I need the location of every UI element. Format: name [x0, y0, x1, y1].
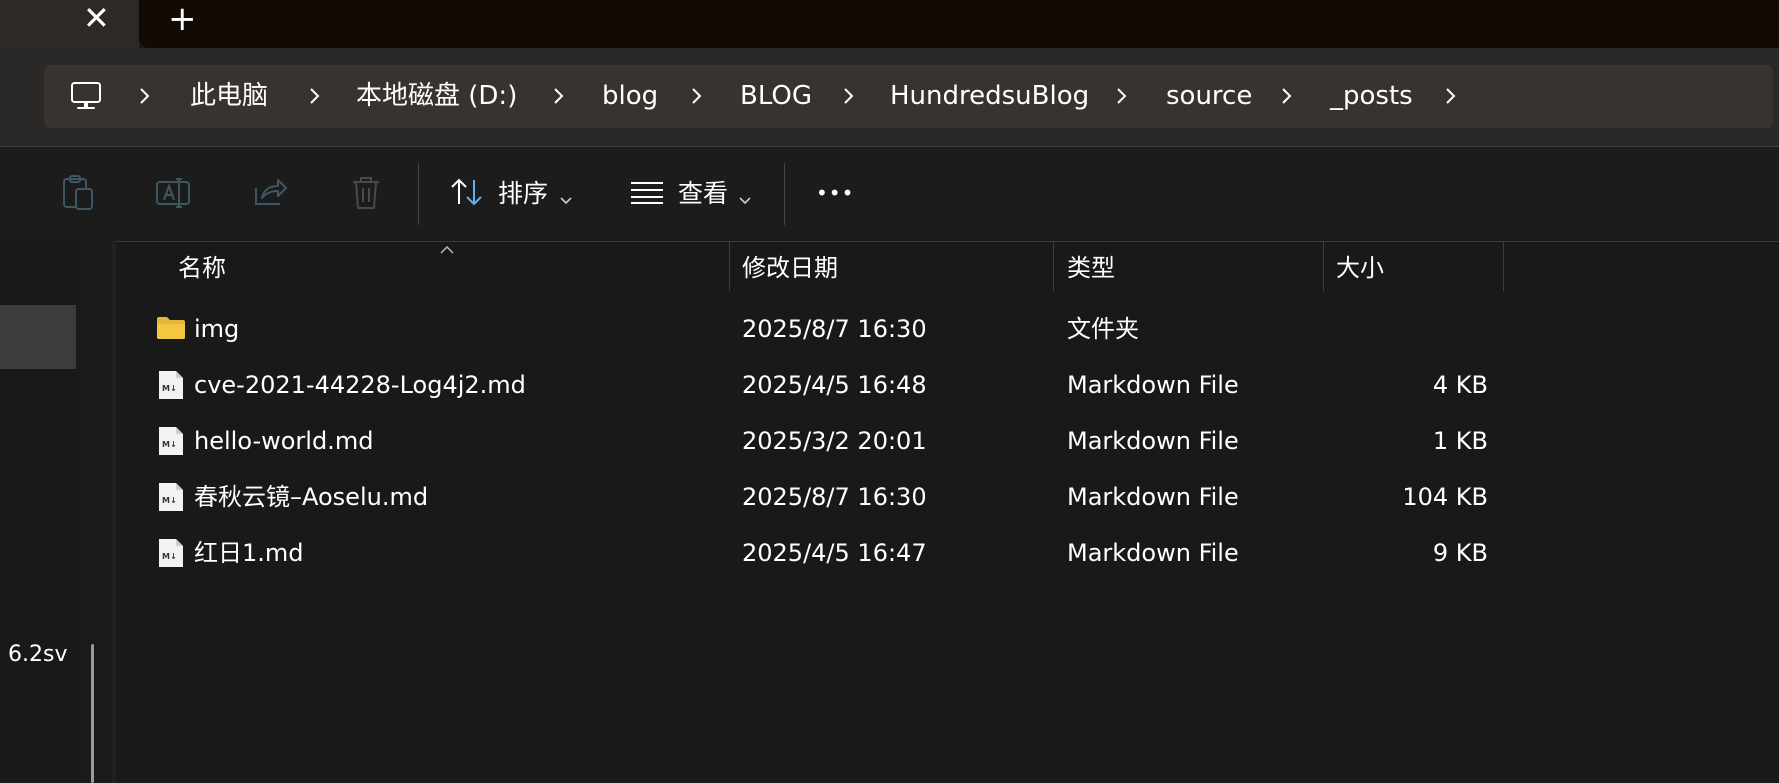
file-type: Markdown File: [1067, 427, 1239, 455]
this-pc-icon[interactable]: [70, 80, 102, 112]
nav-pane-scrollbar[interactable]: [91, 644, 94, 783]
file-name[interactable]: img: [194, 301, 239, 357]
paste-icon[interactable]: [60, 174, 96, 212]
chevron-right-icon[interactable]: [1280, 83, 1294, 109]
file-modified: 2025/4/5 16:48: [742, 371, 927, 399]
file-size: 104 KB: [1402, 483, 1488, 511]
sort-icon: [450, 176, 484, 208]
svg-text:M↓: M↓: [162, 552, 177, 561]
markdown-file-icon: M↓: [158, 538, 184, 568]
chevron-right-icon[interactable]: [552, 83, 566, 109]
view-button[interactable]: 查看: [628, 166, 758, 222]
toolbar-divider: [784, 163, 785, 225]
file-type: Markdown File: [1067, 371, 1239, 399]
column-divider[interactable]: [1323, 241, 1324, 291]
file-size: [1328, 301, 1488, 357]
breadcrumb-item-this-pc[interactable]: 此电脑: [190, 65, 268, 128]
file-name[interactable]: hello-world.md: [194, 413, 373, 469]
file-name[interactable]: 春秋云镜–Aoselu.md: [194, 469, 428, 525]
column-header-type[interactable]: 类型: [1067, 252, 1115, 284]
svg-text:M↓: M↓: [162, 440, 177, 449]
chevron-down-icon: [560, 190, 572, 205]
chevron-right-icon[interactable]: [308, 83, 322, 109]
delete-icon[interactable]: [348, 174, 384, 212]
sort-label: 排序: [498, 179, 549, 208]
sort-ascending-icon: [440, 239, 454, 254]
markdown-file-icon: M↓: [158, 482, 184, 512]
tab-strip-empty-area: [139, 0, 1779, 48]
breadcrumb-item-posts[interactable]: _posts: [1330, 65, 1413, 128]
file-row-cve-2021-44228[interactable]: M↓ cve-2021-44228-Log4j2.md 2025/4/5 16:…: [116, 357, 1779, 413]
sort-button[interactable]: 排序: [448, 166, 578, 222]
file-modified: 2025/4/5 16:47: [742, 539, 927, 567]
chevron-right-icon[interactable]: [138, 83, 152, 109]
breadcrumb-item-hundredsublog[interactable]: HundredsuBlog: [890, 65, 1089, 128]
column-divider[interactable]: [729, 241, 730, 291]
svg-text:M↓: M↓: [162, 384, 177, 393]
file-modified: 2025/8/7 16:30: [742, 483, 927, 511]
view-label: 查看: [678, 179, 729, 208]
toolbar-divider: [418, 163, 419, 225]
chevron-right-icon[interactable]: [1444, 83, 1458, 109]
more-options-icon[interactable]: •••: [816, 177, 854, 209]
chevron-right-icon[interactable]: [690, 83, 704, 109]
breadcrumb-item-blog-upper[interactable]: BLOG: [740, 65, 812, 128]
file-name[interactable]: 红日1.md: [194, 525, 304, 581]
breadcrumb[interactable]: 此电脑 本地磁盘 (D:) blog BLOG HundredsuBlog so…: [44, 65, 1773, 128]
markdown-file-icon: M↓: [158, 370, 184, 400]
file-size: 9 KB: [1432, 539, 1488, 567]
svg-text:M↓: M↓: [162, 496, 177, 505]
chevron-down-icon: [739, 190, 751, 205]
chevron-right-icon[interactable]: [842, 83, 856, 109]
file-size: 1 KB: [1432, 427, 1488, 455]
file-row-hello-world[interactable]: M↓ hello-world.md 2025/3/2 20:01 Markdow…: [116, 413, 1779, 469]
file-type: Markdown File: [1067, 483, 1239, 511]
file-row-aoselu[interactable]: M↓ 春秋云镜–Aoselu.md 2025/8/7 16:30 Markdow…: [116, 469, 1779, 525]
column-header-name[interactable]: 名称: [178, 252, 226, 284]
file-type: 文件夹: [1067, 315, 1139, 343]
file-modified: 2025/8/7 16:30: [742, 315, 927, 343]
column-header-size[interactable]: 大小: [1336, 252, 1384, 284]
new-tab-icon[interactable]: +: [168, 2, 197, 36]
folder-icon: [156, 315, 186, 341]
nav-item-label[interactable]: 6.2sv: [8, 642, 67, 667]
nav-selected-item[interactable]: [0, 305, 76, 369]
column-header-modified[interactable]: 修改日期: [742, 252, 838, 284]
column-divider[interactable]: [1053, 241, 1054, 291]
share-icon[interactable]: [252, 174, 288, 212]
view-icon: [630, 180, 664, 204]
file-name[interactable]: cve-2021-44228-Log4j2.md: [194, 357, 526, 413]
column-divider[interactable]: [1503, 241, 1504, 291]
file-type: Markdown File: [1067, 539, 1239, 567]
file-row-img[interactable]: img 2025/8/7 16:30 文件夹: [116, 301, 1779, 357]
markdown-file-icon: M↓: [158, 426, 184, 456]
nav-pane-rail: [76, 241, 112, 783]
breadcrumb-item-source[interactable]: source: [1166, 65, 1252, 128]
file-size: 4 KB: [1432, 371, 1488, 399]
file-row-hongri1[interactable]: M↓ 红日1.md 2025/4/5 16:47 Markdown File 9…: [116, 525, 1779, 581]
rename-icon[interactable]: [155, 174, 191, 212]
active-tab[interactable]: [0, 0, 139, 48]
breadcrumb-item-local-disk[interactable]: 本地磁盘 (D:): [356, 65, 517, 128]
breadcrumb-item-blog[interactable]: blog: [602, 65, 658, 128]
file-modified: 2025/3/2 20:01: [742, 427, 927, 455]
chevron-right-icon[interactable]: [1115, 83, 1129, 109]
close-tab-icon[interactable]: ✕: [83, 2, 110, 34]
